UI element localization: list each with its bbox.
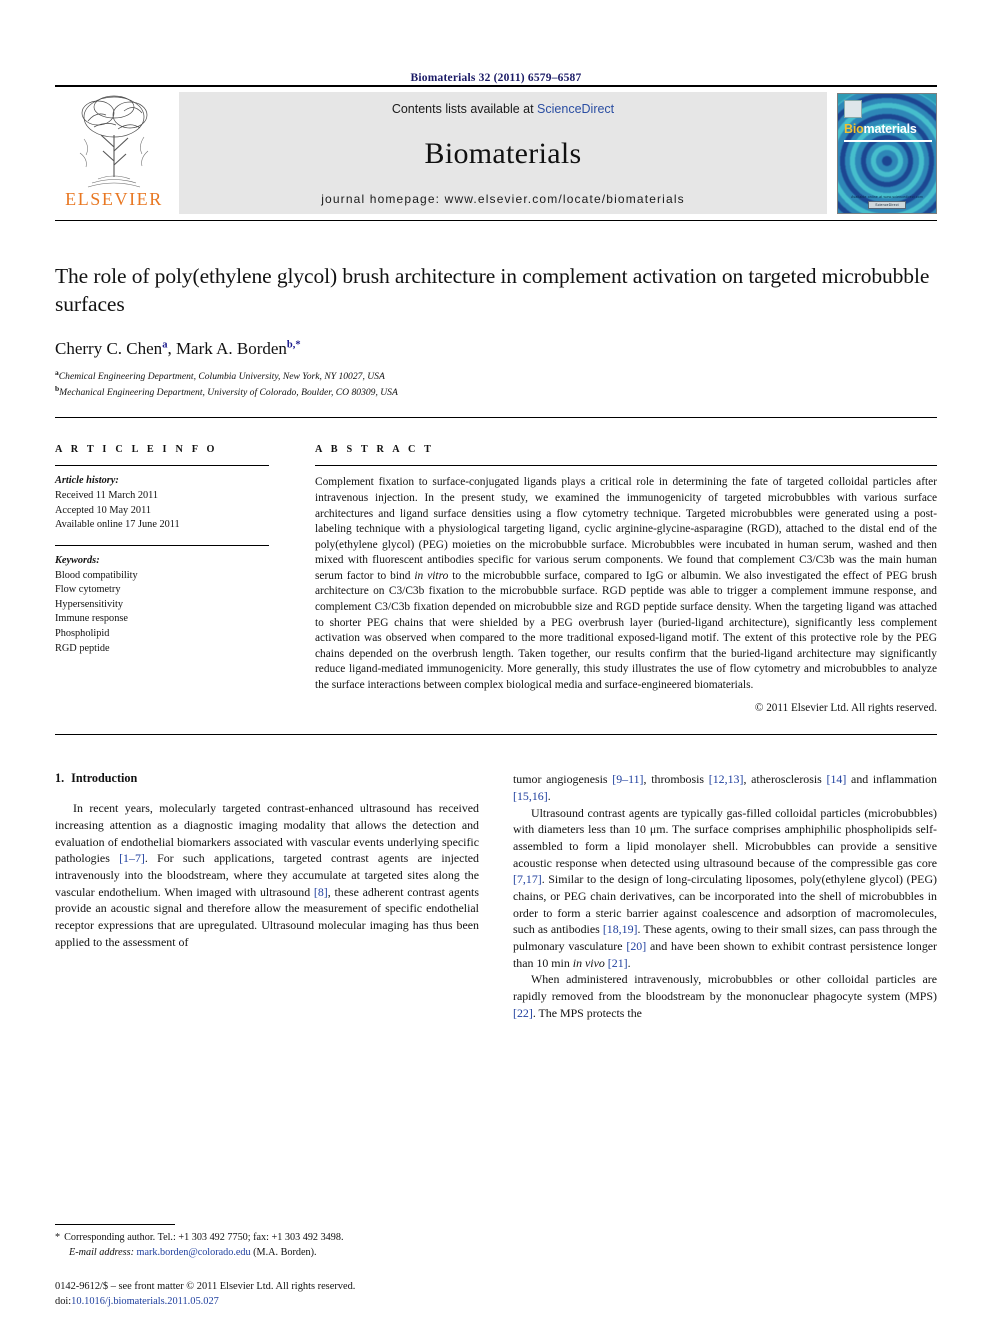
author-list: Cherry C. Chena, Mark A. Bordenb,* [55,338,301,358]
running-head: Biomaterials 32 (2011) 6579–6587 [410,72,582,84]
corresponding-author-footnote: * Corresponding author. Tel.: +1 303 492 … [55,1224,475,1261]
journal-title: Biomaterials [424,137,582,170]
abstract-panel: A B S T R A C T Complement fixation to s… [293,444,937,714]
contents-available-line: Contents lists available at ScienceDirec… [392,102,614,116]
footnote-line-1: * Corresponding author. Tel.: +1 303 492 … [55,1231,475,1246]
cover-title-part1: Bio [844,122,864,136]
sciencedirect-link[interactable]: ScienceDirect [537,102,614,116]
citation-ref[interactable]: [21] [608,956,628,970]
section-number: 1. [55,771,65,786]
elsevier-tree-icon [79,95,149,188]
keyword-item: Immune response [55,613,128,625]
article-info-divider [55,465,269,467]
author-name: Mark A. Borden [175,338,287,358]
keyword-item: Blood compatibility [55,569,138,581]
keywords-label: Keywords: [55,554,100,566]
body-paragraph: Ultrasound contrast agents are typically… [513,805,937,970]
elsevier-wordmark: ELSEVIER [65,189,163,209]
article-history-group: Article history: Received 11 March 2011 … [55,474,269,532]
elsevier-logo: ELSEVIER [55,87,173,220]
contents-prefix: Contents lists available at [391,102,538,116]
citation-ref[interactable]: [9–11] [612,772,643,786]
keyword-item: RGD peptide [55,642,110,654]
author-name: Cherry C. Chen [55,338,163,358]
body-column-left: 1. Introduction In recent years, molecula… [55,771,479,1021]
keyword-item: Flow cytometry [55,584,121,596]
citation-ref[interactable]: [14] [827,772,847,786]
doi-label: doi: [55,1295,72,1307]
body-paragraph: In recent years, molecularly targeted co… [55,801,479,949]
citation-ref[interactable]: [20] [626,939,646,953]
latin-phrase: in vivo [572,955,605,970]
citation-ref[interactable]: [15,16] [513,789,548,803]
abstract-bottom-divider [55,734,937,736]
citation-ref[interactable]: [12,13] [709,772,744,786]
keyword-item: Hypersensitivity [55,598,124,610]
affiliation-item: aChemical Engineering Department, Columb… [55,368,937,384]
body-columns: 1. Introduction In recent years, molecula… [55,771,937,1021]
corresponding-author-text: Corresponding author. Tel.: +1 303 492 7… [64,1232,344,1244]
body-paragraph: When administered intravenously, microbu… [513,972,937,1020]
body-column-right: tumor angiogenesis [9–11], thrombosis [1… [513,771,937,1021]
citation-ref[interactable]: [22] [513,1006,533,1020]
journal-cover-thumbnail: Biomaterials Available online at www.sci… [837,93,937,214]
journal-homepage-link[interactable]: journal homepage: www.elsevier.com/locat… [321,192,685,206]
footnote-divider [55,1224,175,1226]
citation-ref[interactable]: [1–7] [119,851,145,865]
affiliation-list: aChemical Engineering Department, Columb… [55,368,937,400]
info-abstract-section: A R T I C L E I N F O Article history: R… [55,444,937,714]
article-info-heading: A R T I C L E I N F O [55,444,218,456]
cover-title: Biomaterials [844,122,917,136]
cover-divider [844,140,932,142]
affiliation-text: Chemical Engineering Department, Columbi… [58,371,385,383]
doi-link[interactable]: 10.1016/j.biomaterials.2011.05.027 [71,1296,219,1307]
affiliation-item: bMechanical Engineering Department, Univ… [55,384,937,400]
abstract-heading: A B S T R A C T [315,444,435,456]
section-heading-introduction: 1. Introduction [55,771,479,786]
abstract-divider [315,465,937,467]
journal-masthead: ELSEVIER Contents lists available at Sci… [55,85,937,221]
abstract-text: Complement fixation to surface-conjugate… [315,476,937,691]
article-history-item: Accepted 10 May 2011 [55,504,151,516]
affiliation-text: Mechanical Engineering Department, Unive… [59,386,398,398]
cover-footer-text: Available online at www.sciencedirect.co… [851,195,923,199]
email-owner: (M.A. Borden). [253,1247,317,1259]
copyright-line: © 2011 Elsevier Ltd. All rights reserved… [754,702,937,715]
keywords-group: Keywords: Blood compatibility Flow cytom… [55,554,269,656]
page-title: The role of poly(ethylene glycol) brush … [55,264,930,316]
title-block: The role of poly(ethylene glycol) brush … [55,263,937,419]
article-history-item: Received 11 March 2011 [55,490,159,502]
latin-phrase: in vitro [414,569,449,582]
cover-footer: Available online at www.sciencedirect.co… [838,195,936,209]
cover-title-part2: materials [863,122,917,136]
title-divider [55,417,937,419]
footer-frontmatter: 0142-9612/$ – see front matter © 2011 El… [55,1280,356,1292]
citation-ref[interactable]: [7,17] [513,872,542,886]
article-history-item: Available online 17 June 2011 [55,519,180,531]
email-link[interactable]: mark.borden@colorado.edu [137,1247,251,1258]
footer-doi-line: doi:10.1016/j.biomaterials.2011.05.027 [55,1294,555,1309]
cover-publisher-mark [844,100,862,118]
email-label: E-mail address: [69,1247,134,1259]
author-affiliation-marker: a [162,339,168,351]
masthead-center: Contents lists available at ScienceDirec… [179,92,827,214]
cover-sciencedirect-badge: ScienceDirect [868,201,906,209]
article-info-panel: A R T I C L E I N F O Article history: R… [55,444,293,714]
keywords-divider [55,544,269,546]
body-paragraph: tumor angiogenesis [9–11], thrombosis [1… [513,772,937,803]
author-affiliation-marker: b,* [286,339,301,351]
article-history-label: Article history: [55,475,119,487]
article-page: Biomaterials 32 (2011) 6579–6587 ELSEVIE… [0,0,992,1323]
citation-ref[interactable]: [8] [314,885,328,899]
section-title: Introduction [71,771,138,786]
keyword-item: Phospholipid [55,627,110,639]
page-footer: 0142-9612/$ – see front matter © 2011 El… [55,1279,555,1309]
citation-ref[interactable]: [18,19] [603,922,638,936]
footnote-line-2: E-mail address: mark.borden@colorado.edu… [55,1246,475,1261]
footnote-marker: * [55,1232,61,1244]
